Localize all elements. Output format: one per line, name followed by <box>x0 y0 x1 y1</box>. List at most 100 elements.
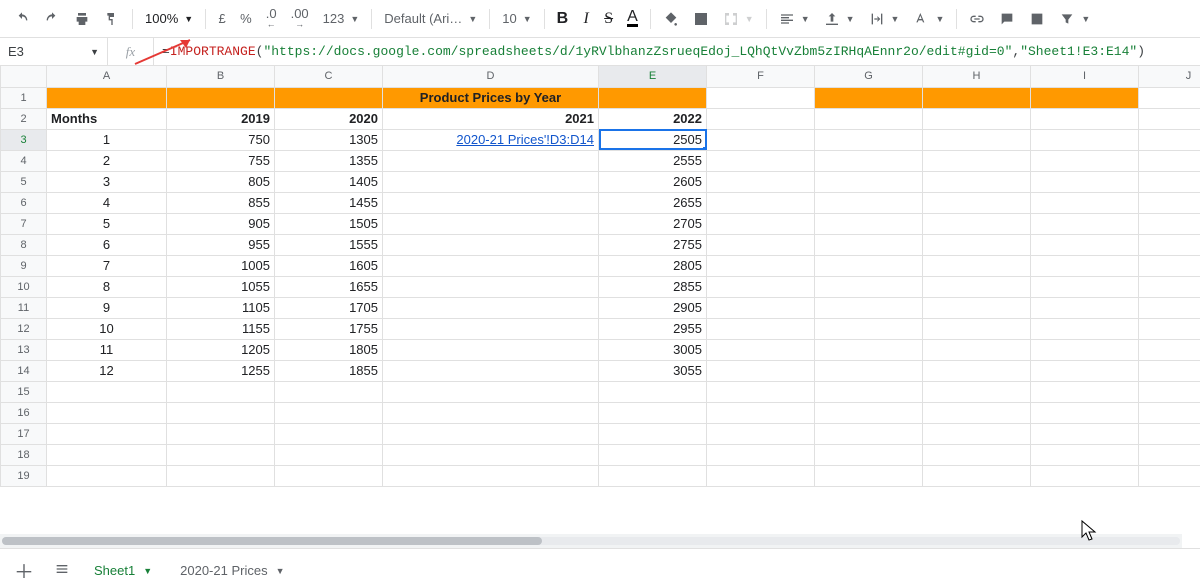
cell[interactable] <box>1139 423 1200 444</box>
cell[interactable]: 1605 <box>275 255 383 276</box>
cell[interactable] <box>275 444 383 465</box>
cell[interactable] <box>1139 171 1200 192</box>
cell[interactable] <box>383 234 599 255</box>
cell[interactable] <box>1139 276 1200 297</box>
column-header-cell[interactable]: 2020 <box>275 108 383 129</box>
cell[interactable] <box>707 339 815 360</box>
cell[interactable] <box>1031 465 1139 486</box>
font-size-dropdown[interactable]: 10▼ <box>496 7 537 30</box>
cell[interactable]: 2705 <box>599 213 707 234</box>
cell[interactable] <box>383 402 599 423</box>
row-header[interactable]: 8 <box>1 234 47 255</box>
insert-comment-button[interactable] <box>993 7 1021 31</box>
cell[interactable] <box>383 150 599 171</box>
cell[interactable] <box>815 402 923 423</box>
cell[interactable] <box>707 192 815 213</box>
cell[interactable]: 855 <box>167 192 275 213</box>
cell[interactable]: 1355 <box>275 150 383 171</box>
fill-color-button[interactable] <box>657 7 685 31</box>
cell[interactable] <box>1139 402 1200 423</box>
cell[interactable] <box>923 255 1031 276</box>
cell[interactable]: 1005 <box>167 255 275 276</box>
row-header[interactable]: 7 <box>1 213 47 234</box>
text-wrap-dropdown[interactable]: ▼ <box>863 7 906 31</box>
cell[interactable] <box>923 381 1031 402</box>
horizontal-align-dropdown[interactable]: ▼ <box>773 7 816 31</box>
cell[interactable] <box>599 465 707 486</box>
cell[interactable]: 955 <box>167 234 275 255</box>
cell[interactable] <box>1031 444 1139 465</box>
cell[interactable] <box>815 276 923 297</box>
cell[interactable] <box>923 444 1031 465</box>
cell[interactable] <box>1031 150 1139 171</box>
cell[interactable] <box>1139 381 1200 402</box>
cell[interactable] <box>1139 108 1200 129</box>
cell[interactable] <box>1139 339 1200 360</box>
active-cell[interactable]: 2505 <box>599 129 707 150</box>
cell[interactable]: 4 <box>47 192 167 213</box>
cell[interactable] <box>1031 402 1139 423</box>
cell[interactable] <box>1031 318 1139 339</box>
cell[interactable]: 1205 <box>167 339 275 360</box>
sheet-tab-other[interactable]: 2020-21 Prices▼ <box>170 557 294 578</box>
cell[interactable] <box>383 381 599 402</box>
cell[interactable] <box>815 255 923 276</box>
currency-button[interactable]: £ <box>212 7 232 30</box>
cell[interactable] <box>1139 297 1200 318</box>
cell[interactable] <box>815 87 923 108</box>
col-header-J[interactable]: J <box>1139 66 1200 87</box>
cell[interactable] <box>815 381 923 402</box>
cell[interactable] <box>815 297 923 318</box>
cell[interactable] <box>815 108 923 129</box>
select-all-corner[interactable] <box>1 66 47 87</box>
cell[interactable]: 9 <box>47 297 167 318</box>
cell[interactable]: 2020-21 Prices'!D3:D14 <box>383 129 599 150</box>
cell[interactable] <box>707 255 815 276</box>
cell[interactable] <box>275 402 383 423</box>
cell[interactable] <box>815 444 923 465</box>
cell[interactable]: 1 <box>47 129 167 150</box>
sheet-tab-active[interactable]: Sheet1▼ <box>84 557 162 578</box>
cell[interactable] <box>1031 255 1139 276</box>
cell[interactable]: 750 <box>167 129 275 150</box>
cell[interactable]: 2905 <box>599 297 707 318</box>
cell[interactable] <box>1031 360 1139 381</box>
cell[interactable] <box>383 276 599 297</box>
cell[interactable] <box>707 129 815 150</box>
col-header-H[interactable]: H <box>923 66 1031 87</box>
column-header-cell[interactable]: 2021 <box>383 108 599 129</box>
cell[interactable] <box>707 381 815 402</box>
font-family-dropdown[interactable]: Default (Ari…▼ <box>378 7 483 30</box>
cell[interactable]: 1505 <box>275 213 383 234</box>
formula-input[interactable]: =IMPORTRANGE("https://docs.google.com/sp… <box>154 38 1200 65</box>
all-sheets-button[interactable] <box>48 555 76 578</box>
print-button[interactable] <box>68 7 96 31</box>
filter-dropdown[interactable]: ▼ <box>1053 7 1096 31</box>
cell[interactable] <box>383 213 599 234</box>
cell[interactable]: 1405 <box>275 171 383 192</box>
cell[interactable] <box>707 87 815 108</box>
cell[interactable] <box>383 192 599 213</box>
cell[interactable]: 2655 <box>599 192 707 213</box>
cell[interactable] <box>923 465 1031 486</box>
row-header[interactable]: 10 <box>1 276 47 297</box>
cell[interactable] <box>47 402 167 423</box>
col-header-G[interactable]: G <box>815 66 923 87</box>
undo-button[interactable] <box>8 7 36 31</box>
increase-decimal-button[interactable]: .00→ <box>285 5 315 33</box>
cell[interactable] <box>815 150 923 171</box>
cell[interactable] <box>167 87 275 108</box>
cell[interactable] <box>1031 171 1139 192</box>
row-header[interactable]: 18 <box>1 444 47 465</box>
col-header-I[interactable]: I <box>1031 66 1139 87</box>
cell[interactable] <box>707 465 815 486</box>
spreadsheet-grid[interactable]: A B C D E F G H I J 1Product Prices by Y… <box>0 66 1200 534</box>
cell[interactable] <box>707 276 815 297</box>
cell[interactable]: 1655 <box>275 276 383 297</box>
cell[interactable] <box>1031 87 1139 108</box>
cell[interactable] <box>47 381 167 402</box>
col-header-D[interactable]: D <box>383 66 599 87</box>
cell[interactable] <box>383 339 599 360</box>
cell[interactable] <box>47 423 167 444</box>
cell[interactable]: 905 <box>167 213 275 234</box>
